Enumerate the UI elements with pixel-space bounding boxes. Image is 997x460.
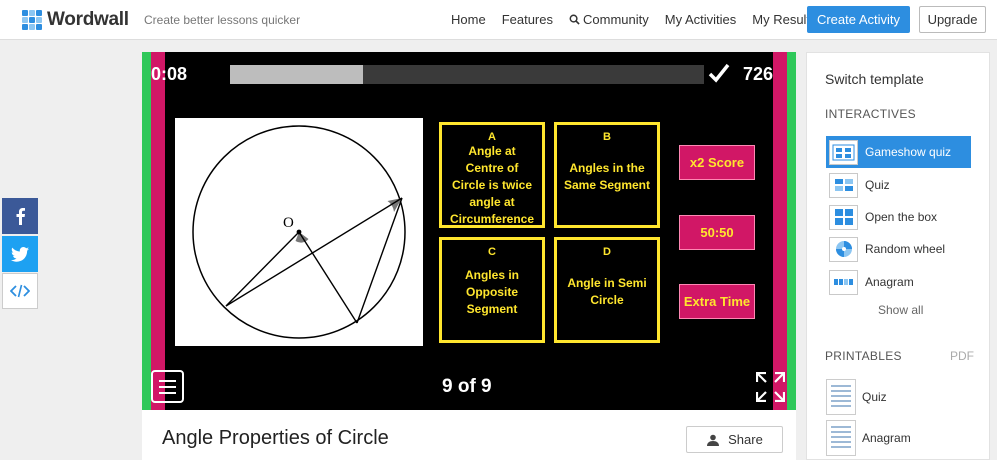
code-icon — [10, 284, 30, 298]
fullscreen-icon[interactable] — [755, 371, 786, 407]
template-open-the-box[interactable]: Open the box — [826, 201, 971, 233]
template-label: Quiz — [865, 178, 890, 192]
facebook-share-button[interactable] — [2, 198, 38, 234]
share-button[interactable]: Share — [686, 426, 783, 453]
twitter-share-button[interactable] — [2, 236, 38, 272]
answer-letter: D — [603, 246, 611, 258]
answer-letter: C — [488, 246, 496, 258]
nav-community-label: Community — [583, 12, 649, 27]
template-anagram[interactable]: Anagram — [826, 266, 971, 298]
anagram-icon — [829, 269, 858, 295]
top-bar: Wordwall Create better lessons quicker H… — [0, 0, 997, 40]
create-activity-button[interactable]: Create Activity — [807, 6, 910, 33]
answer-a[interactable]: A Angle at Centre of Circle is twice ang… — [439, 122, 545, 228]
printables-heading: PRINTABLES — [825, 349, 902, 363]
template-label: Random wheel — [865, 242, 946, 256]
share-label: Share — [728, 432, 763, 447]
printable-anagram[interactable]: Anagram — [826, 419, 911, 457]
answer-letter: B — [603, 131, 611, 143]
frame-pink-right — [773, 52, 787, 410]
frame-green-right — [787, 52, 796, 410]
answer-d[interactable]: D Angle in Semi Circle — [554, 237, 660, 343]
printable-quiz[interactable]: Quiz — [826, 378, 887, 416]
check-icon — [708, 63, 730, 88]
activity-title-bar: Angle Properties of Circle Share — [142, 410, 796, 460]
x2-score-button[interactable]: x2 Score — [679, 145, 755, 180]
quiz-icon — [829, 172, 858, 198]
show-all-link[interactable]: Show all — [878, 303, 923, 317]
template-random-wheel[interactable]: Random wheel — [826, 233, 971, 265]
user-icon — [707, 434, 720, 446]
center-label: O — [283, 215, 294, 231]
wordwall-logo[interactable]: Wordwall — [22, 9, 129, 31]
answer-c[interactable]: C Angles in Opposite Segment — [439, 237, 545, 343]
nav-home[interactable]: Home — [451, 12, 486, 27]
answer-text: Angles in the Same Segment — [563, 161, 651, 192]
nav-community[interactable]: Community — [569, 12, 649, 27]
template-gameshow-quiz[interactable]: Gameshow quiz — [826, 136, 971, 168]
gameshow-quiz-icon — [829, 139, 858, 165]
search-icon — [569, 14, 580, 25]
sidebar-title: Switch template — [825, 71, 924, 87]
logo-grid-icon — [22, 10, 42, 30]
interactives-heading: INTERACTIVES — [825, 107, 916, 121]
random-wheel-icon — [829, 236, 858, 262]
answer-text: Angles in Opposite Segment — [464, 267, 519, 316]
progress-bar — [230, 65, 704, 84]
question-image: O — [175, 118, 423, 346]
template-label: Anagram — [865, 275, 914, 289]
question-counter: 9 of 9 — [442, 376, 492, 397]
template-quiz[interactable]: Quiz — [826, 169, 971, 201]
menu-icon — [159, 379, 176, 382]
answer-letter: A — [488, 131, 496, 143]
printable-label: Anagram — [862, 431, 911, 445]
extra-time-button[interactable]: Extra Time — [679, 284, 755, 319]
template-sidebar: Switch template INTERACTIVES Gameshow qu… — [806, 52, 990, 460]
main-nav: Home Features Community My Activities My… — [451, 12, 833, 27]
timer: 0:08 — [151, 64, 188, 84]
printable-anagram-icon — [826, 420, 856, 456]
tagline: Create better lessons quicker — [144, 13, 301, 27]
frame-pink-left — [151, 52, 165, 410]
answer-text: Angle in Semi Circle — [567, 276, 647, 307]
open-the-box-icon — [829, 204, 858, 230]
nav-my-activities[interactable]: My Activities — [665, 12, 737, 27]
pdf-label: PDF — [950, 349, 974, 363]
logo-text: Wordwall — [47, 9, 129, 30]
template-label: Open the box — [865, 210, 938, 224]
answer-b[interactable]: B Angles in the Same Segment — [554, 122, 660, 228]
score: 726 — [743, 64, 774, 84]
printable-label: Quiz — [862, 390, 887, 404]
menu-button[interactable] — [151, 370, 184, 403]
fifty-fifty-button[interactable]: 50:50 — [679, 215, 755, 250]
game-area: 0:08 726 O A Angle at Centre of Circle i… — [142, 52, 796, 410]
activity-title: Angle Properties of Circle — [162, 427, 389, 449]
printable-quiz-icon — [826, 379, 856, 415]
embed-share-button[interactable] — [2, 273, 38, 309]
circle-diagram: O — [192, 125, 406, 339]
nav-features[interactable]: Features — [502, 12, 553, 27]
twitter-icon — [11, 246, 29, 262]
answer-text: Angle at Centre of Circle is twice angle… — [449, 144, 535, 226]
facebook-icon — [16, 208, 25, 225]
frame-green-left — [142, 52, 151, 410]
template-label: Gameshow quiz — [865, 145, 952, 159]
upgrade-button[interactable]: Upgrade — [919, 6, 986, 33]
progress-fill — [230, 65, 363, 84]
